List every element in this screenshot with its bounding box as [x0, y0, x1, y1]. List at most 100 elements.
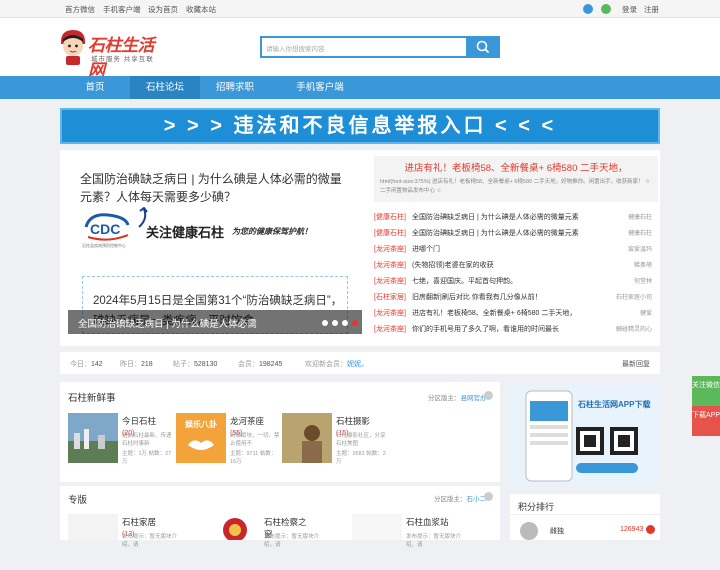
forum-desc: 闲聊版块，一切、禁止使用不 [230, 433, 280, 447]
rank-score: 126943 [620, 526, 644, 533]
forum-name[interactable]: 石柱家居 [122, 517, 156, 527]
nav-home[interactable]: 首页 [60, 76, 130, 99]
yesterday-count: 218 [141, 361, 153, 368]
newest-member[interactable]: 妮妮。 [347, 361, 368, 368]
thread-title[interactable]: 旧房翻新|刷后对比 你看我有几分像从前！ [412, 292, 622, 302]
cdc-logo-icon: CDC [84, 213, 130, 241]
forum-desc: 石柱摄影社区，分享石柱美图 [336, 433, 386, 447]
banner-text: > > > 违法和不良信息举报入口 < < < [163, 115, 557, 137]
forum-entry[interactable]: 石柱摄影(15) 石柱摄影社区，分享石柱美图 主题：2681 帖数：2万 [282, 413, 386, 469]
svg-text:CDC: CDC [90, 221, 120, 237]
thread-category[interactable]: [龙河茶座] [374, 308, 406, 318]
thread-category[interactable]: [龙河茶座] [374, 276, 406, 286]
thread-item[interactable]: [石柱家居] 旧房翻新|刷后对比 你看我有几分像从前！ 石柱家居小司 [374, 292, 658, 306]
forum-stats: 主题：2681 帖数：2万 [336, 451, 386, 465]
forum-entry[interactable]: 石柱血浆站 发布提示：暂无版块介绍，请 [352, 514, 461, 570]
search-icon [476, 40, 490, 54]
special-section-title: 专版 [68, 495, 88, 506]
thread-item[interactable]: [健康石柱] 全国防治碘缺乏病日 | 为什么碘是人体必需的微量元素 健康石柱 [374, 212, 658, 226]
forum-desc: 发布提示：暂无版块介绍，请 [406, 534, 462, 548]
forum-entry[interactable]: 娱乐八卦 龙河茶座(55) 闲聊版块，一切、禁止使用不 主题：9711 帖数：1… [176, 413, 280, 469]
featured-article-title[interactable]: 全国防治碘缺乏病日 | 为什么碘是人体必需的微量元素？人体每天需要多少碘？ [80, 170, 350, 206]
collapse-icon[interactable] [484, 492, 493, 501]
thread-title[interactable]: 进哪个门 [412, 244, 622, 254]
stat-label: 今日： [70, 361, 91, 368]
thread-title[interactable]: (失物招领)老婆在家的收获 [412, 260, 622, 270]
link-set-homepage[interactable]: 设为首页 [148, 4, 178, 15]
thread-category[interactable]: [健康石柱] [374, 212, 406, 222]
thread-category[interactable]: [石柱家居] [374, 292, 406, 302]
thread-item[interactable]: [健康石柱] 全国防治碘缺乏病日 | 为什么碘是人体必需的微量元素 健康石柱 [374, 228, 658, 242]
thread-category[interactable]: [健康石柱] [374, 228, 406, 238]
today-count: 142 [91, 361, 103, 368]
thread-item[interactable]: [龙河茶座] 进哪个门 宸爱温玛 [374, 244, 658, 258]
search-button[interactable] [466, 36, 500, 58]
slide-dot-2[interactable] [332, 320, 338, 326]
forum-desc: 发布提示：暂无版块介绍，请 [264, 534, 320, 548]
forum-name[interactable]: 今日石柱 [122, 416, 156, 426]
thread-category[interactable]: [龙河茶座] [374, 324, 406, 334]
qq-login-icon[interactable] [583, 4, 593, 14]
thread-title[interactable]: 全国防治碘缺乏病日 | 为什么碘是人体必需的微量元素 [412, 228, 622, 238]
thread-item[interactable]: [龙河茶座] 你们的手机号用了多久了啊，看谁用的时间最长 触碰精灵的心 [374, 324, 658, 338]
thread-title[interactable]: 全国防治碘缺乏病日 | 为什么碘是人体必需的微量元素 [412, 212, 622, 222]
forum-name[interactable]: 龙河茶座 [230, 416, 264, 426]
thread-title[interactable]: 你们的手机号用了多久了啊，看谁用的时间最长 [412, 324, 622, 334]
link-bookmark[interactable]: 收藏本站 [186, 4, 216, 15]
forum-entry[interactable]: 石柱家居(13) 发布提示：暂无版块介绍，请 [68, 514, 177, 570]
hot-headline-box[interactable]: 进店有礼！老板椅58、全新餐桌+ 6椅580 二手天地， html(font-s… [374, 156, 658, 202]
float-app-button[interactable]: 下载APP [692, 406, 720, 436]
collapse-icon[interactable] [484, 391, 493, 400]
nav-forum[interactable]: 石柱论坛 [130, 76, 200, 99]
slide-dot-4[interactable] [352, 320, 358, 326]
slide-dot-3[interactable] [342, 320, 348, 326]
thread-item[interactable]: [龙河茶座] 七绝，喜迎国庆。平起首句押韵。 何堂林 [374, 276, 658, 290]
forum-thumb-image [282, 413, 332, 463]
wechat-login-icon[interactable] [601, 4, 611, 14]
link-mobile-client[interactable]: 手机客户端 [103, 4, 141, 15]
app-download-promo[interactable]: 石柱生活网APP下载 [510, 385, 660, 485]
thread-user[interactable]: 石柱家居小司 [616, 292, 652, 301]
link-official-wechat[interactable]: 首方微信 [65, 4, 95, 15]
thread-category[interactable]: [龙河茶座] [374, 244, 406, 254]
cdc-slogan-b: 为您的健康保驾护航！ [232, 227, 312, 236]
thread-user[interactable]: 何堂林 [634, 276, 652, 285]
nav-jobs[interactable]: 招聘求职 [200, 76, 270, 99]
lips-icon [188, 440, 214, 450]
thread-user[interactable]: 健康石柱 [628, 212, 652, 221]
forum-name[interactable]: 石柱摄影 [336, 416, 370, 426]
latest-reply-link[interactable]: 最新回复 [622, 359, 650, 369]
thread-user[interactable]: 健康石柱 [628, 228, 652, 237]
rank-user[interactable]: 雌独 [550, 526, 564, 536]
site-logo[interactable]: 石柱生活网 城市服务 共享互联 [58, 28, 168, 80]
thread-title[interactable]: 七绝，喜迎国庆。平起首句押韵。 [412, 276, 622, 286]
avatar[interactable] [520, 522, 538, 540]
forum-thumb-image [352, 514, 402, 540]
forum-name[interactable]: 石柱血浆站 [406, 517, 449, 527]
slide-dot-1[interactable] [322, 320, 328, 326]
thread-user[interactable]: 稀奥萌 [634, 260, 652, 269]
search-input[interactable]: 请输入你想搜索内容 [260, 36, 468, 58]
moderator-label: 分区版主： [428, 395, 461, 402]
login-link[interactable]: 登录 [622, 4, 637, 15]
thread-title[interactable]: 进店有礼！老板椅58、全新餐桌+ 6椅580 二手天地， [412, 308, 622, 318]
register-link[interactable]: 注册 [644, 4, 659, 15]
slide-caption[interactable]: 全国防治碘缺乏病日 | 为什么碘是人体必需 [68, 310, 362, 334]
thread-category[interactable]: [龙河茶座] [374, 260, 406, 270]
report-banner[interactable]: > > > 违法和不良信息举报入口 < < < [60, 108, 660, 144]
news-moderator[interactable]: 县网官办 [461, 395, 487, 402]
cdc-graphic: CDC 关注健康石柱 为您的健康保驾护航！ 石柱县疾病预防控制中心 [82, 207, 350, 251]
forum-entry[interactable]: 石柱检察之窗 发布提示：暂无版块介绍，请 [210, 514, 319, 570]
main-nav: 首页 石柱论坛 招聘求职 手机客户端 [0, 76, 720, 99]
thread-user[interactable]: 触碰精灵的心 [616, 324, 652, 333]
thread-user[interactable]: 健爱 [640, 308, 652, 317]
site-tagline: 城市服务 共享互联 [91, 56, 154, 63]
forum-entry[interactable]: 今日石柱(20) 招前石柱最新、传递石柱时事新 主题：1万 帖数：27万 [68, 413, 172, 469]
float-wechat-button[interactable]: 关注微信 [692, 376, 720, 406]
score-ranking: 积分排行 雌独 126943 [510, 494, 660, 540]
thread-item[interactable]: [龙河茶座] (失物招领)老婆在家的收获 稀奥萌 [374, 260, 658, 274]
thread-user[interactable]: 宸爱温玛 [628, 244, 652, 253]
thread-item[interactable]: [龙河茶座] 进店有礼！老板椅58、全新餐桌+ 6椅580 二手天地， 健爱 [374, 308, 658, 322]
nav-mobile-client[interactable]: 手机客户端 [270, 76, 370, 99]
hot-description: html(font-size:375%) 进店有礼！老板椅58、全新餐桌+ 6椅… [380, 179, 651, 194]
